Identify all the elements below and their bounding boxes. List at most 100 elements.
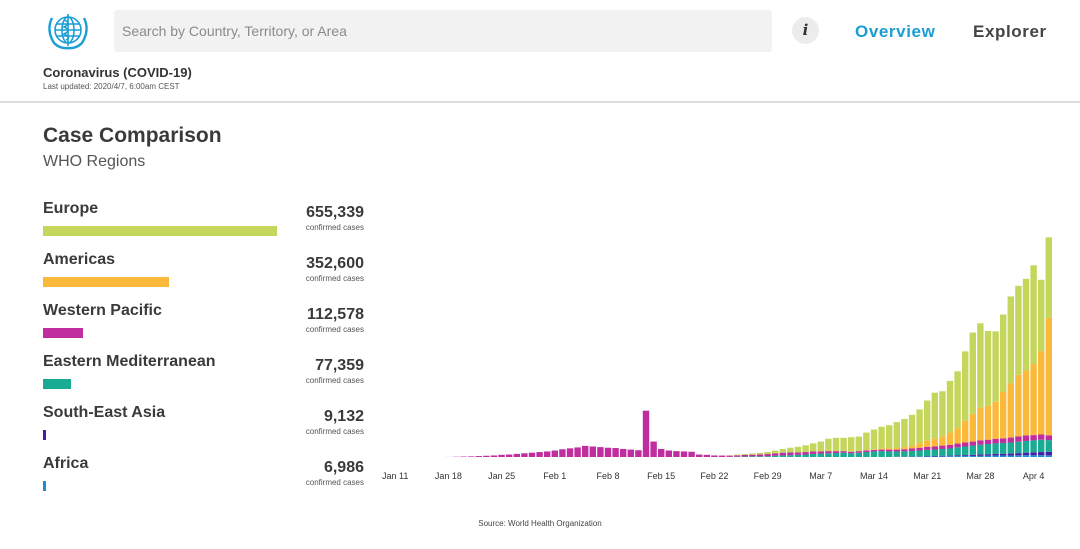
bar-americas-mar-28: [977, 407, 984, 441]
bar-south-east-asia-mar-30: [992, 453, 999, 456]
bar-americas-mar-30: [992, 401, 999, 439]
bar-western-pacific-feb-16: [665, 450, 672, 457]
bar-americas-mar-16: [886, 448, 893, 450]
bar-europe-mar-28: [977, 323, 984, 408]
bar-western-pacific-apr-6: [1045, 435, 1052, 441]
bar-eastern-mediterranean-mar-17: [893, 451, 900, 457]
region-name: Eastern Mediterranean: [43, 353, 216, 370]
bar-eastern-mediterranean-mar-3: [787, 455, 794, 457]
bar-africa-mar-29: [984, 455, 992, 457]
bar-europe-mar-31: [1000, 314, 1007, 393]
info-button[interactable]: i: [792, 17, 819, 44]
region-name: Europe: [43, 200, 99, 217]
region-value: 9,132: [323, 408, 364, 425]
bar-eastern-mediterranean-mar-7: [817, 453, 824, 457]
bar-western-pacific-mar-28: [977, 440, 984, 445]
bar-europe-mar-22: [931, 392, 938, 439]
bar-eastern-mediterranean-mar-5: [802, 454, 809, 457]
bar-americas-mar-18: [901, 447, 908, 450]
bar-europe-feb-27: [749, 453, 756, 455]
bar-south-east-asia-mar-27: [969, 454, 976, 456]
bar-western-pacific-feb-1: [551, 450, 558, 457]
bar-africa-apr-4: [1030, 455, 1037, 457]
bar-europe-feb-28: [756, 452, 764, 455]
bar-western-pacific-feb-2: [559, 449, 566, 457]
bar-europe-mar-7: [817, 441, 824, 452]
bar-south-east-asia-apr-2: [1015, 453, 1022, 456]
bar-africa-apr-1: [1007, 455, 1014, 457]
bar-africa-mar-28: [977, 455, 984, 457]
region-value: 6,986: [323, 459, 364, 476]
bar-western-pacific-feb-10: [620, 448, 627, 457]
bar-americas-apr-6: [1045, 317, 1052, 436]
bar-europe-apr-5: [1038, 279, 1045, 352]
region-value-label: confirmed cases: [305, 223, 364, 232]
bar-western-pacific-feb-12: [635, 450, 642, 457]
bar-south-east-asia-apr-6: [1045, 451, 1052, 456]
last-updated-text: Last updated: 2020/4/7, 6:00am CEST: [43, 82, 180, 91]
bar-europe-mar-17: [893, 422, 900, 449]
bar-eastern-mediterranean-mar-19: [908, 450, 916, 457]
region-europe[interactable]: Europe 655,339 confirmed cases: [43, 200, 373, 245]
x-tick-label: Feb 15: [647, 471, 675, 481]
region-eastern-mediterranean[interactable]: Eastern Mediterranean 77,359 confirmed c…: [43, 353, 373, 398]
bar-europe-mar-5: [802, 445, 809, 453]
bar-western-pacific-mar-24: [946, 444, 954, 449]
bar-western-pacific-apr-4: [1030, 435, 1037, 441]
bar-africa-mar-22: [931, 456, 938, 457]
bar-western-pacific-feb-22: [711, 455, 718, 457]
source-note: Source: World Health Organization: [478, 519, 602, 528]
region-value: 112,578: [307, 306, 364, 323]
bar-western-pacific-mar-18: [901, 449, 908, 452]
bar-western-pacific-mar-4: [794, 452, 802, 455]
bar-europe-mar-10: [840, 437, 847, 452]
bar-western-pacific-mar-22: [931, 446, 938, 450]
bar-western-pacific-jan-24: [490, 455, 498, 457]
bar-eastern-mediterranean-mar-10: [840, 452, 847, 457]
bar-europe-feb-29: [764, 451, 771, 455]
bar-western-pacific-apr-3: [1022, 435, 1030, 441]
bar-western-pacific-feb-27: [749, 454, 756, 457]
bar-eastern-mediterranean-mar-18: [901, 451, 908, 457]
search-field[interactable]: [114, 10, 772, 52]
nav-explorer-link[interactable]: Explorer: [973, 22, 1047, 42]
bar-western-pacific-mar-8: [825, 451, 832, 454]
bar-africa-mar-26: [962, 456, 969, 457]
search-input[interactable]: [114, 10, 772, 52]
region-south-east-asia[interactable]: South-East Asia 9,132 confirmed cases: [43, 404, 373, 449]
bar-western-pacific-mar-25: [954, 443, 961, 448]
region-western-pacific[interactable]: Western Pacific 112,578 confirmed cases: [43, 302, 373, 347]
region-africa[interactable]: Africa 6,986 confirmed cases: [43, 455, 373, 500]
bar-south-east-asia-mar-23: [939, 455, 946, 457]
bar-europe-mar-25: [954, 371, 961, 429]
bar-western-pacific-jan-21: [468, 456, 475, 457]
region-americas[interactable]: Americas 352,600 confirmed cases: [43, 251, 373, 296]
bar-americas-mar-26: [962, 420, 969, 443]
bar-western-pacific-mar-19: [908, 448, 916, 451]
bar-western-pacific-mar-30: [992, 438, 999, 444]
bar-africa-apr-2: [1015, 455, 1022, 457]
bar-western-pacific-feb-21: [703, 454, 710, 457]
bar-western-pacific-feb-29: [764, 454, 771, 457]
bar-americas-mar-19: [908, 445, 916, 449]
bar-europe-apr-6: [1045, 237, 1052, 318]
bar-western-pacific-mar-10: [840, 451, 847, 453]
bar-eastern-mediterranean-mar-14: [870, 451, 878, 457]
bar-south-east-asia-mar-24: [946, 455, 954, 457]
nav-overview-link[interactable]: Overview: [855, 22, 935, 42]
bar-eastern-mediterranean-mar-25: [954, 447, 961, 456]
bar-europe-mar-11: [848, 437, 855, 452]
bar-western-pacific-mar-3: [787, 452, 794, 456]
bar-western-pacific-feb-11: [627, 449, 634, 457]
bar-americas-apr-3: [1022, 370, 1030, 436]
bar-western-pacific-feb-26: [741, 454, 748, 457]
region-name: Africa: [43, 455, 89, 472]
bar-western-pacific-feb-4: [574, 447, 581, 457]
bar-western-pacific-feb-20: [696, 454, 703, 457]
bar-western-pacific-mar-5: [802, 452, 809, 455]
region-value: 352,600: [306, 255, 364, 272]
bar-south-east-asia-mar-31: [1000, 453, 1007, 456]
x-tick-label: Jan 18: [435, 471, 462, 481]
bar-south-east-asia-mar-25: [954, 455, 961, 457]
x-tick-label: Feb 8: [596, 471, 619, 481]
